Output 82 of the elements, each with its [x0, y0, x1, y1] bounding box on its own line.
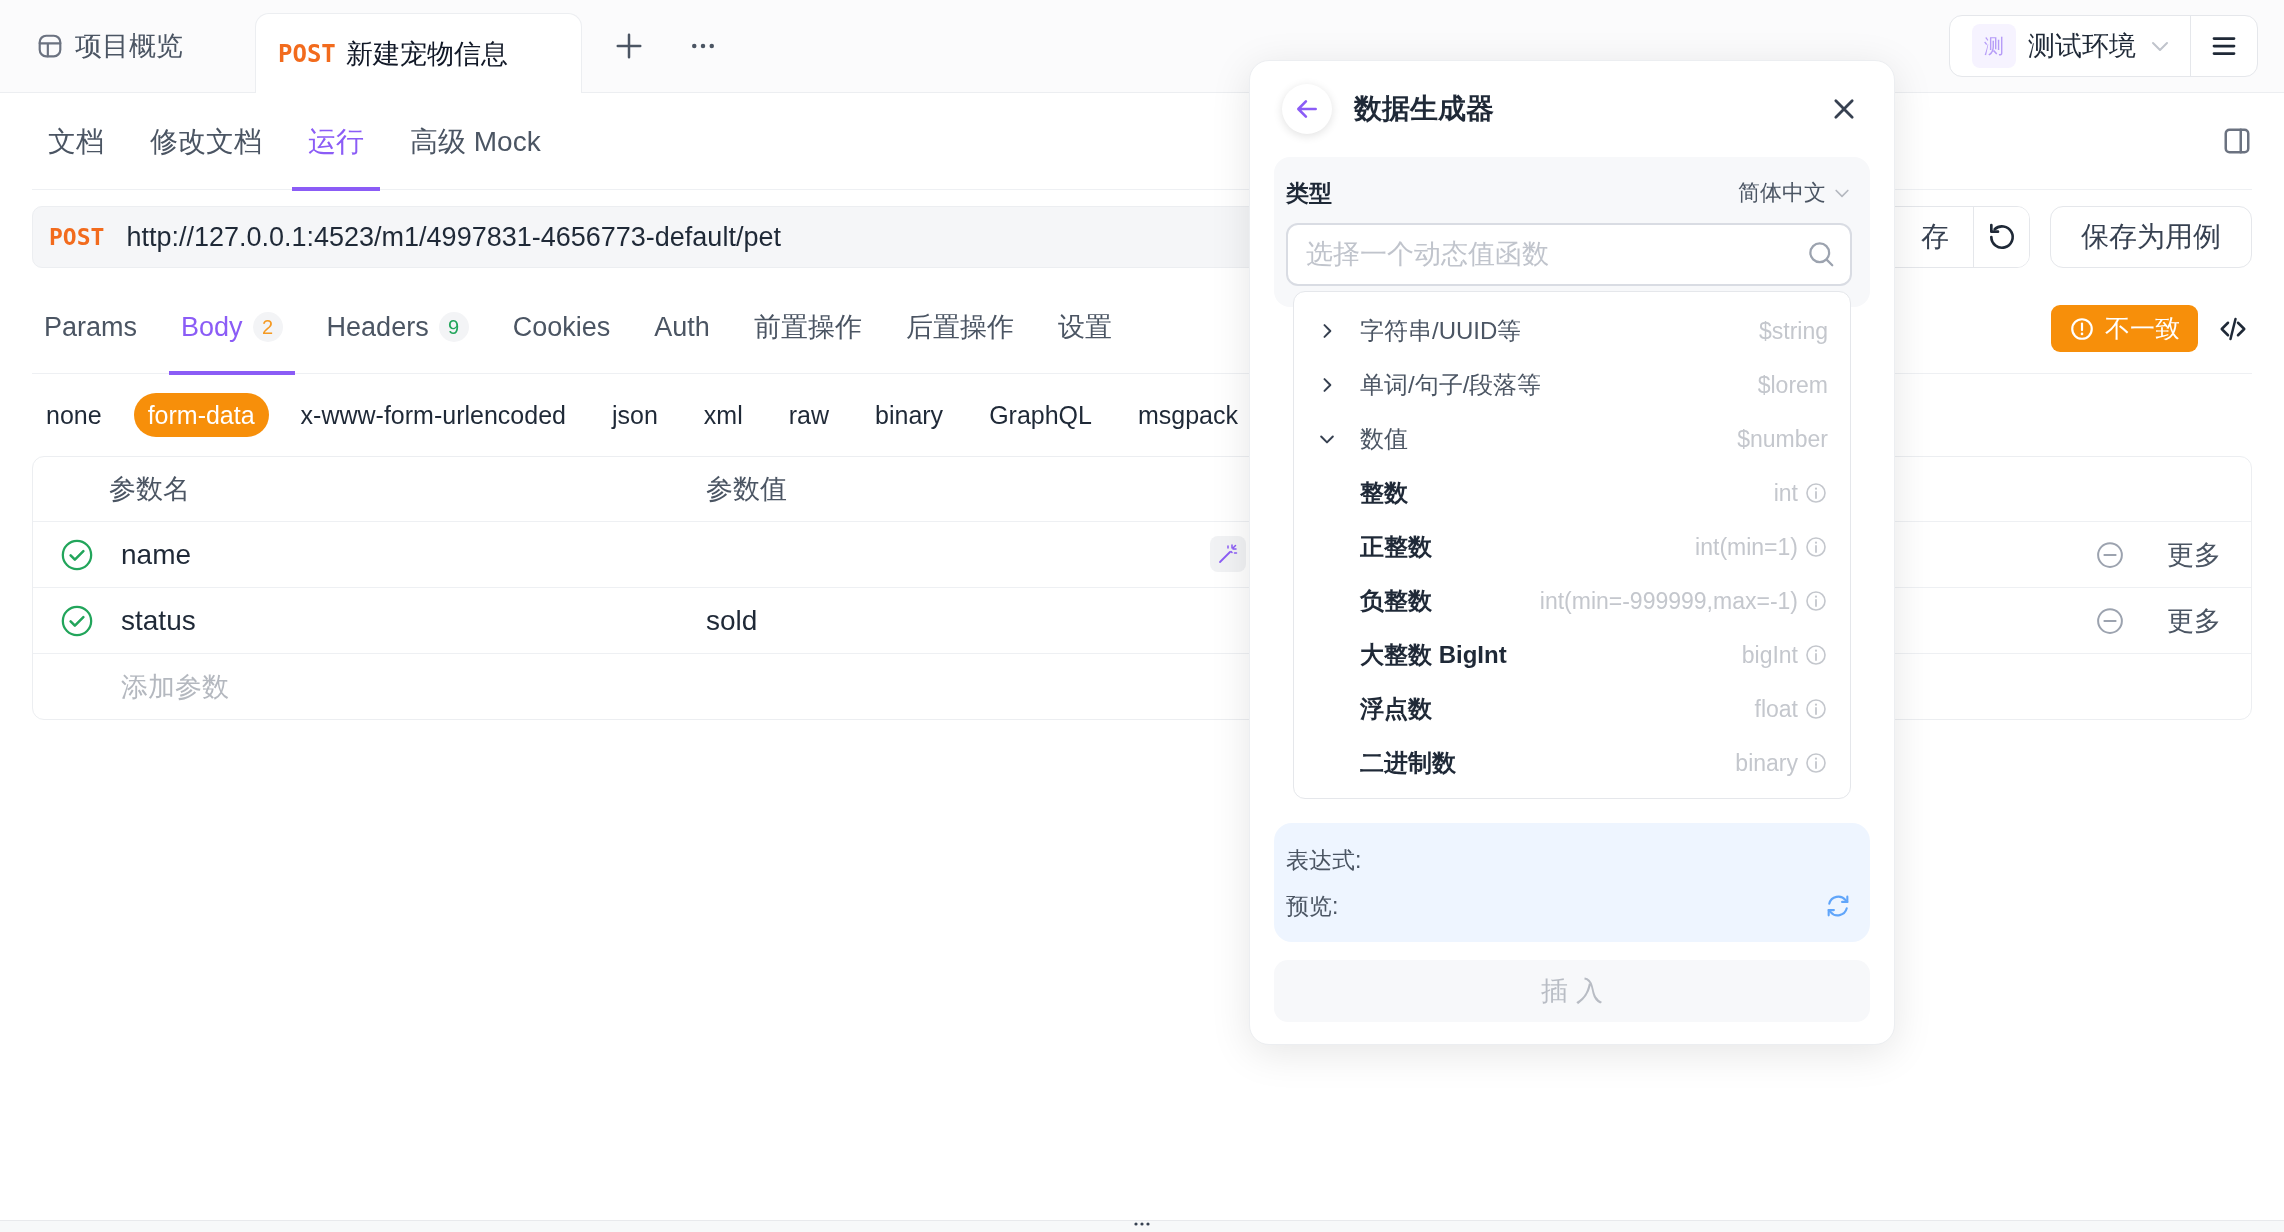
- function-label: 数值: [1360, 424, 1408, 454]
- function-expression: $lorem: [1757, 371, 1828, 399]
- count-badge: 9: [438, 312, 469, 343]
- body-type-option[interactable]: none: [32, 393, 116, 437]
- request-tab[interactable]: Headers 9: [314, 284, 481, 375]
- function-label: 单词/句子/段落等: [1360, 370, 1542, 400]
- function-group[interactable]: 单词/句子/段落等 $lorem: [1294, 358, 1850, 412]
- check-circle-icon[interactable]: [60, 537, 94, 572]
- method-label: POST: [49, 224, 105, 250]
- function-group[interactable]: 字符串/UUID等 $string: [1294, 304, 1850, 358]
- language-select[interactable]: 简体中文: [1738, 178, 1852, 208]
- more-link[interactable]: 更多: [2167, 602, 2221, 639]
- info-icon[interactable]: [1804, 535, 1828, 559]
- info-icon[interactable]: [1804, 751, 1828, 775]
- view-tab[interactable]: 运行: [292, 93, 380, 191]
- check-circle-icon[interactable]: [60, 603, 94, 638]
- request-tab[interactable]: 后置操作: [893, 284, 1026, 375]
- tab-label: Body: [181, 311, 243, 343]
- param-name: name: [121, 538, 193, 571]
- body-type-option[interactable]: binary: [861, 393, 958, 437]
- function-expression: int(min=-999999,max=-1): [1539, 587, 1798, 615]
- function-label: 正整数: [1360, 532, 1432, 562]
- function-expression: int(min=1): [1695, 533, 1798, 561]
- body-type-option[interactable]: msgpack: [1123, 393, 1252, 437]
- function-expression: $number: [1737, 425, 1828, 453]
- function-expression: binary: [1735, 749, 1798, 777]
- layout-icon: [37, 32, 63, 59]
- wand-icon: [1216, 542, 1240, 566]
- minus-circle-icon[interactable]: [2095, 605, 2125, 636]
- body-type-option[interactable]: json: [597, 393, 672, 437]
- info-icon[interactable]: [1804, 589, 1828, 613]
- view-tab[interactable]: 修改文档: [134, 93, 278, 191]
- function-label: 大整数 BigInt: [1360, 640, 1507, 670]
- body-type-option[interactable]: x-www-form-urlencoded: [286, 393, 580, 437]
- request-tab[interactable]: 设置: [1045, 284, 1124, 375]
- minus-circle-icon[interactable]: [2095, 539, 2125, 570]
- body-type-option[interactable]: GraphQL: [975, 393, 1106, 437]
- param-value: sold: [706, 604, 758, 637]
- function-group[interactable]: 数值 $number: [1294, 412, 1850, 466]
- function-expression: float: [1754, 695, 1798, 723]
- info-icon[interactable]: [1804, 481, 1828, 505]
- function-label: 字符串/UUID等: [1360, 316, 1522, 346]
- view-tab[interactable]: 文档: [32, 93, 120, 191]
- magic-wand-button[interactable]: [1210, 536, 1246, 572]
- request-tab[interactable]: Body 2: [169, 284, 295, 375]
- back-button[interactable]: [1282, 84, 1332, 134]
- plus-icon[interactable]: [614, 31, 644, 61]
- popup-title: 数据生成器: [1354, 92, 1494, 126]
- info-icon[interactable]: [1804, 643, 1828, 667]
- body-type-option[interactable]: raw: [774, 393, 844, 437]
- more-link[interactable]: 更多: [2167, 536, 2221, 573]
- preview-label: 预览:: [1286, 891, 1339, 921]
- function-label: 浮点数: [1360, 694, 1432, 724]
- info-icon[interactable]: [1804, 697, 1828, 721]
- request-tab[interactable]: Auth: [642, 284, 722, 375]
- search-icon: [1806, 239, 1836, 269]
- environment-badge: 测: [1972, 24, 2016, 68]
- function-label: 负整数: [1360, 586, 1432, 616]
- param-name: status: [121, 604, 197, 637]
- alert-icon: [2069, 315, 2095, 342]
- function-label: 二进制数: [1360, 748, 1456, 778]
- tab-label: Headers: [326, 311, 429, 343]
- body-type-option[interactable]: xml: [689, 393, 757, 437]
- column-header: 参数值: [706, 473, 788, 506]
- column-header: 参数名: [109, 473, 191, 506]
- view-tab[interactable]: 高级 Mock: [394, 93, 557, 191]
- function-expression: int: [1773, 479, 1798, 507]
- request-tab[interactable]: Params: [32, 284, 150, 375]
- expression-label: 表达式:: [1286, 845, 1362, 875]
- save-case-button[interactable]: 保存为用例: [2050, 206, 2252, 268]
- search-field[interactable]: 选择一个动态值函数: [1286, 223, 1852, 286]
- function-expression: bigInt: [1741, 641, 1798, 669]
- function-label: 整数: [1360, 478, 1408, 508]
- function-expression: $string: [1758, 317, 1828, 345]
- type-label: 类型: [1286, 178, 1332, 208]
- count-badge: 2: [252, 312, 283, 343]
- panel-icon[interactable]: [2222, 126, 2252, 156]
- request-tab[interactable]: POST 新建宠物信息: [255, 13, 582, 93]
- request-tab[interactable]: Cookies: [500, 284, 623, 375]
- url-text: http://127.0.0.1:4523/m1/4997831-4656773-default/pet: [126, 221, 781, 253]
- overview-tab[interactable]: 项目概览: [0, 0, 255, 92]
- request-tab[interactable]: 前置操作: [741, 284, 874, 375]
